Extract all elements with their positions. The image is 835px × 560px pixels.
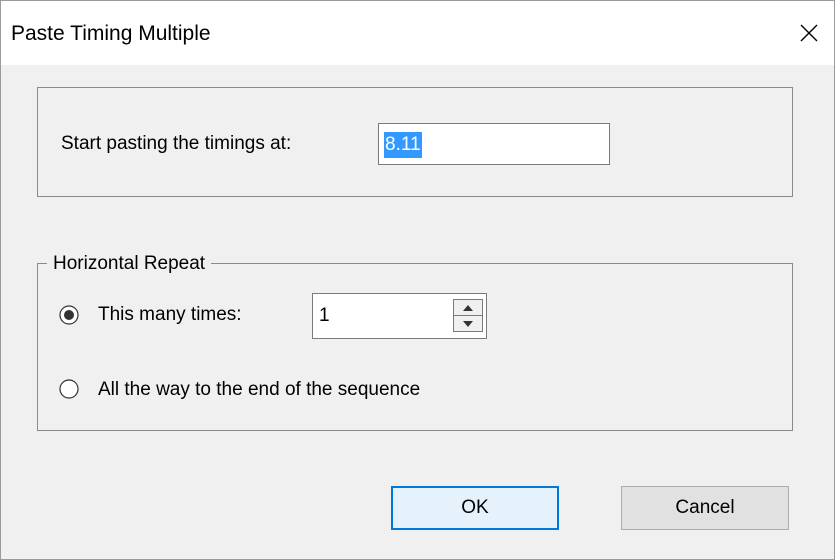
end-of-sequence-label[interactable]: All the way to the end of the sequence xyxy=(98,378,420,402)
times-spinbox-value[interactable]: 1 xyxy=(319,304,330,328)
dialog-title: Paste Timing Multiple xyxy=(11,22,211,45)
cancel-button[interactable]: Cancel xyxy=(621,486,789,530)
ok-button[interactable]: OK xyxy=(391,486,559,530)
horizontal-repeat-groupbox xyxy=(37,263,793,431)
start-input-value[interactable]: 8.11 xyxy=(384,132,422,158)
spin-up-button[interactable] xyxy=(453,299,483,316)
close-icon xyxy=(800,24,818,42)
horizontal-repeat-legend: Horizontal Repeat xyxy=(47,252,212,276)
dialog-window: Paste Timing Multiple Start pasting the … xyxy=(0,0,835,560)
radio-end-of-sequence[interactable] xyxy=(59,379,79,399)
title-bar[interactable]: Paste Timing Multiple xyxy=(1,1,834,65)
arrow-down-icon xyxy=(463,320,473,327)
arrow-up-icon xyxy=(463,304,473,311)
start-label: Start pasting the timings at: xyxy=(61,133,292,154)
this-many-times-label[interactable]: This many times: xyxy=(98,303,242,327)
radio-this-many-times[interactable] xyxy=(59,305,79,325)
close-button[interactable] xyxy=(785,11,833,55)
spin-down-button[interactable] xyxy=(453,315,483,332)
